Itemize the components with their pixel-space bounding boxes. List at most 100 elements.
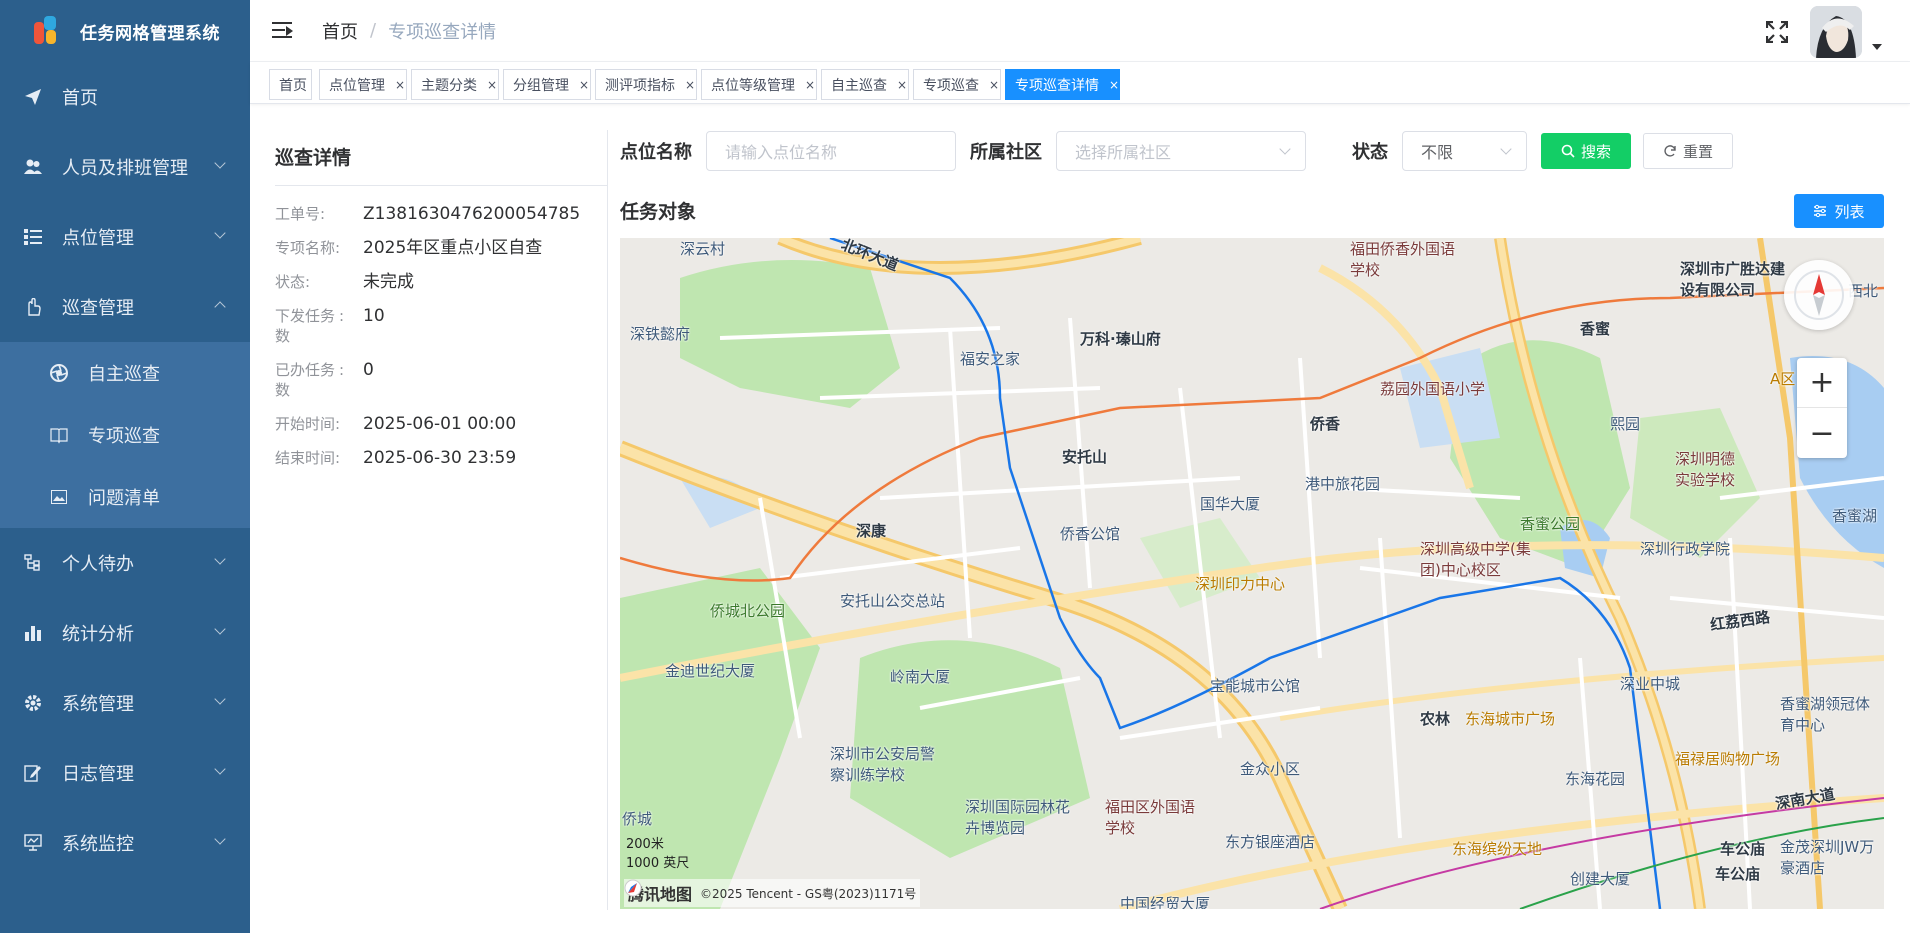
sub-item-issue-list[interactable]: 问题清单 <box>0 466 250 528</box>
zoom-out-button[interactable]: − <box>1797 408 1847 458</box>
avatar[interactable] <box>1810 6 1862 58</box>
menu-item-label: 巡查管理 <box>62 298 134 319</box>
patrol-detail-panel: 巡查详情 工单号: Z1381630476200054785 专项名称: 202… <box>275 130 607 468</box>
gear-icon <box>24 694 42 712</box>
tag-self-patrol[interactable]: 自主巡查 × <box>821 69 909 100</box>
menu-item-monitor[interactable]: 系统监控 <box>0 808 250 878</box>
menu-toggle-icon[interactable] <box>272 21 294 40</box>
close-icon[interactable]: × <box>805 78 815 92</box>
sub-item-self-patrol[interactable]: 自主巡查 <box>0 342 250 404</box>
sub-item-label: 问题清单 <box>88 488 160 509</box>
list-view-button[interactable]: 列表 <box>1794 194 1884 228</box>
menu-item-logs[interactable]: 日志管理 <box>0 738 250 808</box>
tag-topic-category[interactable]: 主题分类 × <box>411 69 499 100</box>
close-icon[interactable]: × <box>395 78 405 92</box>
map-label: 香蜜公园 <box>1520 515 1581 533</box>
map-label: 福禄居购物广场 <box>1675 750 1781 768</box>
menu-item-home[interactable]: 首页 <box>0 62 250 132</box>
sub-item-special-patrol[interactable]: 专项巡查 <box>0 404 250 466</box>
scale-meters: 200米 <box>626 837 664 852</box>
tencent-map-logo-icon <box>624 879 642 897</box>
close-icon[interactable]: × <box>897 78 907 92</box>
tag-label: 专项巡查 <box>923 77 979 94</box>
sub-item-label: 专项巡查 <box>88 426 160 447</box>
detail-label: 已办任务数 <box>275 361 336 399</box>
close-icon[interactable]: × <box>989 78 999 92</box>
map-label: 深圳行政学院 <box>1640 540 1731 558</box>
map-label: 创建大厦 <box>1570 870 1631 888</box>
chevron-down-icon <box>214 763 226 775</box>
edit-doc-icon <box>24 764 42 782</box>
top-navbar: 首页 / 专项巡查详情 <box>250 0 1910 62</box>
point-name-input[interactable]: 请输入点位名称 <box>706 131 956 171</box>
map-label: 深圳高级中学(集团)中心校区 <box>1420 540 1531 579</box>
close-icon[interactable]: × <box>685 78 695 92</box>
map-label: 金众小区 <box>1240 760 1301 778</box>
menu-item-label: 首页 <box>62 88 98 109</box>
tag-group-management[interactable]: 分组管理 × <box>503 69 591 100</box>
close-icon[interactable]: × <box>1109 78 1119 92</box>
breadcrumb-current: 专项巡查详情 <box>388 21 497 43</box>
menu-item-todo[interactable]: 个人待办 <box>0 528 250 598</box>
menu-item-patrol[interactable]: 巡查管理 <box>0 272 250 342</box>
map-label: 岭南大厦 <box>890 668 951 686</box>
menu-item-system[interactable]: 系统管理 <box>0 668 250 738</box>
select-placeholder: 选择所属社区 <box>1075 143 1172 162</box>
tag-label: 主题分类 <box>421 77 477 94</box>
chevron-down-icon <box>214 623 226 635</box>
chevron-up-icon <box>214 301 226 313</box>
compass-icon[interactable] <box>1784 260 1854 330</box>
chevron-down-icon <box>214 553 226 565</box>
map-scale: 200米 1000 英尺 <box>626 833 689 871</box>
map-label: 深圳市广胜达建设有限公司 <box>1680 260 1786 299</box>
caret-down-icon[interactable] <box>1872 44 1882 50</box>
select-value: 不限 <box>1421 143 1454 162</box>
detail-row-done-count: 已办任务数 : 0 <box>275 360 607 400</box>
map-label: 东海缤纷天地 <box>1452 840 1543 858</box>
map-label: 熙园 <box>1610 415 1641 433</box>
tag-point-level-management[interactable]: 点位等级管理 × <box>701 69 817 100</box>
detail-title: 巡查详情 <box>275 130 607 186</box>
close-icon[interactable]: × <box>487 78 497 92</box>
scale-feet: 1000 英尺 <box>626 856 690 871</box>
map-label: 安托山 <box>1062 448 1108 466</box>
map-label: 金茂深圳JW万豪酒店 <box>1780 838 1875 877</box>
tag-special-patrol[interactable]: 专项巡查 × <box>913 69 1001 100</box>
map-label: 福安之家 <box>960 350 1021 368</box>
map-view[interactable]: 深云村 北环大道 深铁懿府 福安之家 万科·瑧山府 福田侨香外国语学校 深圳市广… <box>620 238 1884 909</box>
detail-label: 下发任务数 <box>275 307 336 345</box>
community-label: 所属社区 <box>970 142 1042 163</box>
detail-row-project-name: 专项名称: 2025年区重点小区自查 <box>275 238 607 258</box>
map-label: 东方银座酒店 <box>1225 833 1316 851</box>
map-label: 国华大厦 <box>1200 495 1261 513</box>
tag-special-patrol-detail[interactable]: 专项巡查详情 × <box>1005 69 1120 100</box>
submenu-patrol: 自主巡查 专项巡查 问题清单 <box>0 342 250 528</box>
community-select[interactable]: 选择所属社区 <box>1056 131 1306 171</box>
tag-point-management[interactable]: 点位管理 × <box>319 69 407 100</box>
map-label: 福田侨香外国语学校 <box>1350 240 1456 279</box>
hand-icon <box>24 298 42 316</box>
menu-item-label: 系统管理 <box>62 694 134 715</box>
status-select[interactable]: 不限 <box>1402 131 1527 171</box>
menu-item-points[interactable]: 点位管理 <box>0 202 250 272</box>
fullscreen-icon[interactable] <box>1765 20 1789 44</box>
map-label: 万科·瑧山府 <box>1080 330 1161 348</box>
search-button[interactable]: 搜索 <box>1541 133 1631 169</box>
tag-label: 测评项指标 <box>605 77 675 94</box>
map-attribution: 腾讯地图 ©2025 Tencent - GS粤(2023)1171号 <box>624 879 921 907</box>
map-label: 金迪世纪大厦 <box>665 662 756 680</box>
menu-item-stats[interactable]: 统计分析 <box>0 598 250 668</box>
menu-item-label: 系统监控 <box>62 834 134 855</box>
detail-label: 工单号: <box>275 205 326 223</box>
close-icon[interactable]: × <box>579 78 589 92</box>
detail-row-order-no: 工单号: Z1381630476200054785 <box>275 204 607 224</box>
tag-evaluation-index[interactable]: 测评项指标 × <box>595 69 697 100</box>
zoom-in-button[interactable]: + <box>1797 358 1847 408</box>
sidebar: 任务网格管理系统 首页 人员及排班管理 点位管理 巡查管理 自主巡查 专项巡查 … <box>0 0 250 933</box>
reset-button[interactable]: 重置 <box>1643 133 1733 169</box>
breadcrumb-home[interactable]: 首页 <box>322 18 358 44</box>
tag-label: 专项巡查详情 <box>1015 77 1099 94</box>
tag-home[interactable]: 首页 <box>269 69 312 100</box>
zoom-control: + − <box>1797 358 1847 458</box>
menu-item-staff[interactable]: 人员及排班管理 <box>0 132 250 202</box>
